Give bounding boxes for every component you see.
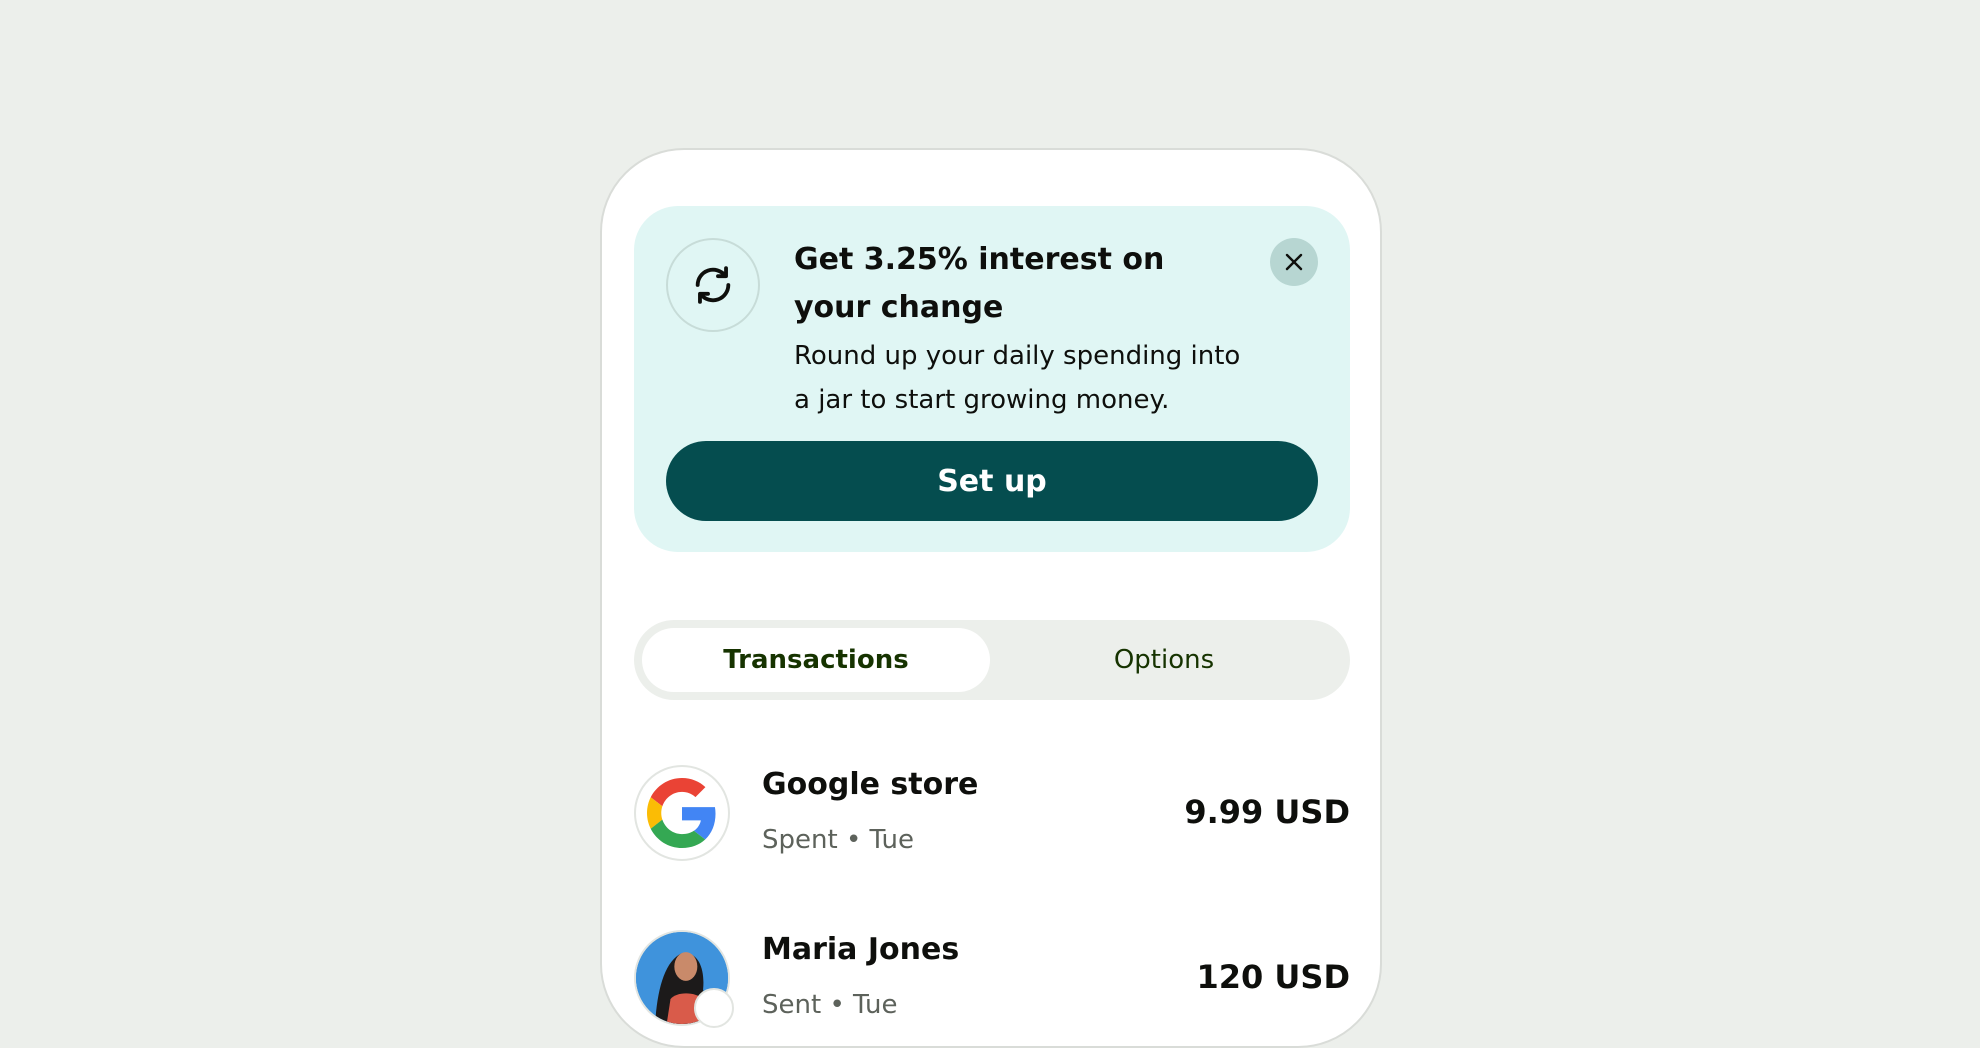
refresh-icon: [666, 238, 760, 332]
transaction-meta: Sent • Tue: [762, 990, 898, 1020]
transaction-amount: 9.99 USD: [1184, 793, 1350, 831]
promo-card: Get 3.25% interest on your change Round …: [634, 206, 1350, 552]
transaction-name: Maria Jones: [762, 932, 960, 967]
promo-description: Round up your daily spending into a jar …: [794, 341, 1241, 415]
promo-title: Get 3.25% interest on your change: [794, 242, 1165, 325]
transaction-meta: Spent • Tue: [762, 825, 914, 855]
close-button[interactable]: [1270, 238, 1318, 286]
send-badge-icon: [694, 988, 734, 1028]
segmented-control: Transactions Options: [634, 620, 1350, 700]
phone-frame: Get 3.25% interest on your change Round …: [600, 148, 1382, 1048]
tab-options[interactable]: Options: [990, 628, 1338, 692]
tab-transactions[interactable]: Transactions: [642, 628, 990, 692]
transaction-name: Google store: [762, 767, 979, 802]
close-icon: [1285, 253, 1303, 271]
transaction-row[interactable]: Maria Jones Sent • Tue 120 USD: [634, 930, 1350, 1030]
google-logo-icon: [634, 765, 730, 861]
setup-button[interactable]: Set up: [666, 441, 1318, 521]
transaction-row[interactable]: Google store Spent • Tue 9.99 USD: [634, 765, 1350, 865]
transaction-amount: 120 USD: [1196, 958, 1350, 996]
